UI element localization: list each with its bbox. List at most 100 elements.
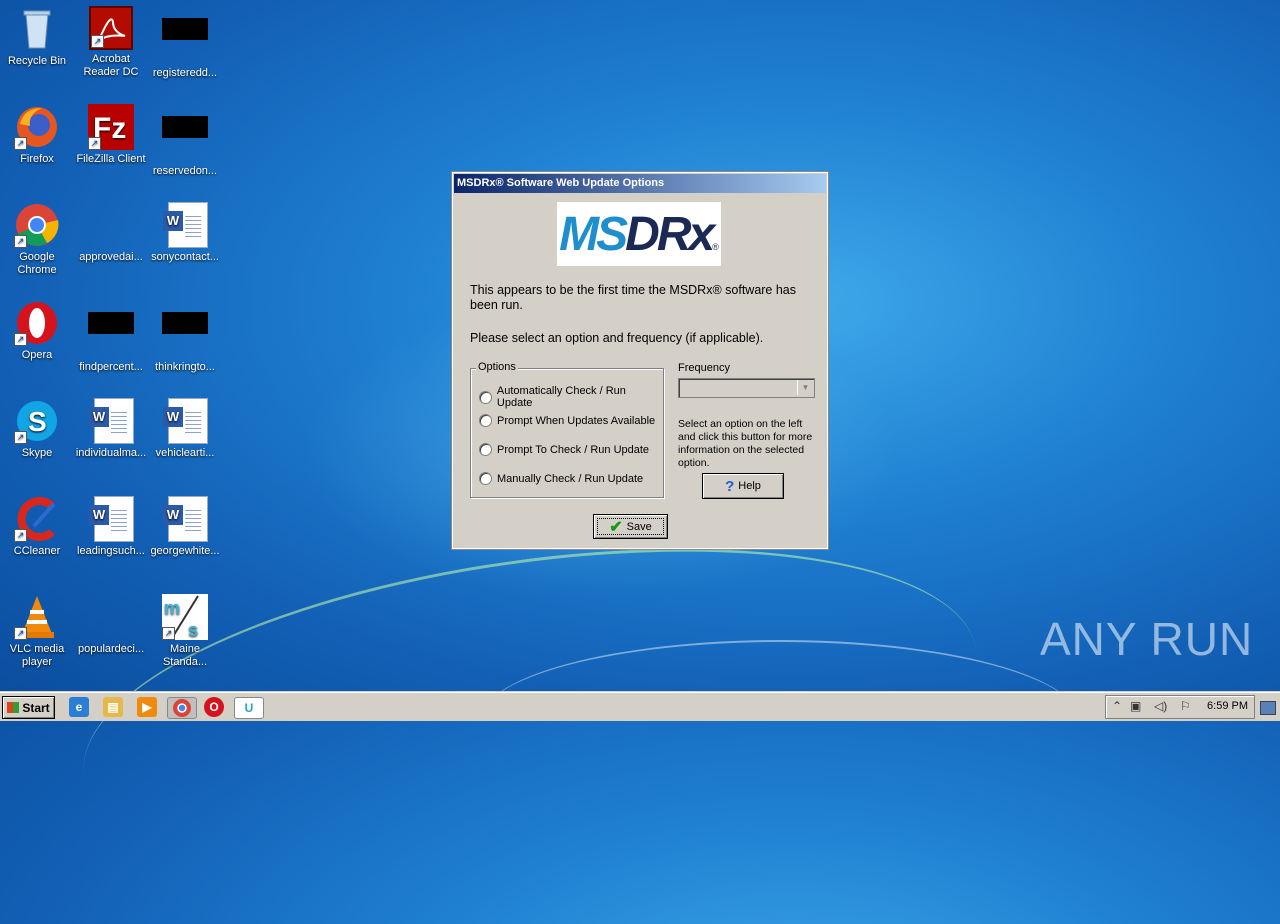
desktop-icon-word-doc[interactable]: W individualma... <box>74 398 148 460</box>
show-desktop-icon[interactable] <box>1260 701 1276 715</box>
skype-icon: S ↗ <box>14 398 60 444</box>
question-icon: ? <box>725 477 735 495</box>
icon-label: Skype <box>21 447 53 459</box>
icon-label: Maine Standa... <box>162 643 208 668</box>
desktop-icon-acrobat-reader[interactable]: ↗ Acrobat Reader DC <box>74 6 148 79</box>
options-group: Options Automatically Check / Run Update… <box>470 361 664 498</box>
desktop-icon-opera[interactable]: ↗ Opera <box>0 300 74 362</box>
desktop-icon-vlc[interactable]: ↗ VLC media player <box>0 594 74 669</box>
icon-label: Recycle Bin <box>7 55 67 67</box>
desktop-icon-maine-standards[interactable]: ms ↗ Maine Standa... <box>148 594 222 669</box>
vlc-icon: ↗ <box>14 594 60 640</box>
frequency-label: Frequency <box>678 362 730 374</box>
start-button[interactable]: Start <box>2 696 55 719</box>
icon-label: CCleaner <box>13 545 61 557</box>
volume-icon[interactable]: ◁) <box>1154 699 1167 713</box>
opera-taskbar-icon[interactable]: O <box>204 697 224 717</box>
radio-button[interactable] <box>479 390 492 404</box>
firefox-icon: ↗ <box>14 104 60 150</box>
save-button[interactable]: ✔ Save <box>593 514 668 539</box>
file-explorer-icon[interactable]: ▤ <box>103 697 123 717</box>
start-label: Start <box>22 700 50 715</box>
desktop-icon-firefox[interactable]: ↗ Firefox <box>0 104 74 166</box>
svg-text:s: s <box>188 620 198 640</box>
chrome-taskbar-icon[interactable] <box>167 697 197 719</box>
icon-label: populardeci... <box>77 643 145 655</box>
save-button-label: Save <box>626 520 652 533</box>
update-options-dialog: MSDRx® Software Web Update Options MS DRx… <box>451 171 829 550</box>
file-icon <box>88 594 134 640</box>
file-icon <box>162 18 208 64</box>
chrome-icon: ↗ <box>14 202 60 248</box>
svg-text:S: S <box>28 406 47 437</box>
desktop-icon-file[interactable]: reservedon... <box>148 104 222 178</box>
desktop-icon-word-doc[interactable]: W vehiclearti... <box>148 398 222 460</box>
help-button[interactable]: ? Help <box>702 473 784 499</box>
icon-label: georgewhite... <box>150 545 220 557</box>
desktop-icon-file[interactable]: populardeci... <box>74 594 148 656</box>
logo-reg: ® <box>712 242 719 252</box>
desktop-icon-word-doc[interactable]: W sonycontact... <box>148 202 222 264</box>
icon-label: Firefox <box>20 153 54 165</box>
option-auto-check[interactable]: Automatically Check / Run Update <box>479 385 663 409</box>
word-document-icon: W <box>162 202 208 248</box>
desktop-icon-recycle-bin[interactable]: Recycle Bin <box>0 6 74 68</box>
update-app-taskbar-icon[interactable]: U <box>234 697 264 719</box>
file-icon <box>88 312 134 358</box>
network-icon[interactable]: ▣ <box>1130 699 1141 713</box>
options-label: Options <box>476 361 518 373</box>
help-button-label: Help <box>738 480 761 492</box>
internet-explorer-icon[interactable]: e <box>69 697 89 717</box>
desktop-icon-filezilla[interactable]: Fz ↗ FileZilla Client <box>74 104 148 166</box>
logo-ms: MS <box>559 207 628 261</box>
word-document-icon: W <box>88 398 134 444</box>
desktop-icon-skype[interactable]: S ↗ Skype <box>0 398 74 460</box>
desktop-icon-google-chrome[interactable]: ↗ Google Chrome <box>0 202 74 277</box>
desktop-icon-file[interactable]: registeredd... <box>148 6 222 80</box>
acrobat-icon: ↗ <box>89 6 133 50</box>
maine-standards-icon: ms ↗ <box>162 594 208 640</box>
file-icon <box>162 116 208 162</box>
desktop-icon-file[interactable]: findpercent... <box>74 300 148 374</box>
option-label: Prompt When Updates Available <box>497 414 656 427</box>
desktop-icon-ccleaner[interactable]: ↗ CCleaner <box>0 496 74 558</box>
desktop-icon-word-doc[interactable]: W georgewhite... <box>148 496 222 558</box>
ccleaner-icon: ↗ <box>14 496 60 542</box>
radio-button[interactable] <box>479 472 492 485</box>
icon-label: vehiclearti... <box>155 447 215 459</box>
icon-label: FileZilla Client <box>76 153 146 165</box>
windows-logo-icon <box>7 702 20 713</box>
icon-label: reservedon... <box>152 165 218 177</box>
option-label: Prompt To Check / Run Update <box>497 443 650 456</box>
option-label: Manually Check / Run Update <box>497 472 644 485</box>
file-icon <box>162 312 208 358</box>
icon-label: VLC media player <box>9 643 65 668</box>
radio-button[interactable] <box>479 414 492 427</box>
msdrx-logo: MS DRx ® <box>557 202 721 266</box>
word-document-icon: W <box>88 496 134 542</box>
wallpaper-wave <box>480 640 1080 802</box>
icon-label: thinkringto... <box>155 361 215 373</box>
icon-label: Google Chrome <box>17 251 57 276</box>
frequency-select[interactable]: ▼ <box>678 378 815 398</box>
radio-button[interactable] <box>479 443 492 456</box>
option-manual-check[interactable]: Manually Check / Run Update <box>479 472 643 485</box>
word-document-icon: W <box>162 398 208 444</box>
icon-label: Opera <box>21 349 53 361</box>
desktop-icon-file[interactable]: approvedai... <box>74 202 148 264</box>
chevron-up-icon[interactable]: ⌃ <box>1112 699 1122 713</box>
clock[interactable]: 6:59 PM <box>1207 700 1248 712</box>
chevron-down-icon[interactable]: ▼ <box>797 380 813 395</box>
option-label: Automatically Check / Run Update <box>496 385 626 409</box>
desktop-icon-word-doc[interactable]: W leadingsuch... <box>74 496 148 558</box>
option-prompt-when-available[interactable]: Prompt When Updates Available <box>479 414 655 427</box>
opera-icon: ↗ <box>14 300 60 346</box>
icon-label: sonycontact... <box>151 251 219 263</box>
dialog-title-bar[interactable]: MSDRx® Software Web Update Options <box>454 174 826 193</box>
flag-icon[interactable]: ⚐ <box>1180 699 1191 713</box>
instruction-message: Please select an option and frequency (i… <box>470 331 764 345</box>
taskbar: Start e ▤ ▶ O U ⌃ ▣ ◁) ⚐ 6:59 PM <box>0 692 1280 721</box>
media-player-icon[interactable]: ▶ <box>137 697 157 717</box>
desktop-icon-file[interactable]: thinkringto... <box>148 300 222 374</box>
option-prompt-to-check[interactable]: Prompt To Check / Run Update <box>479 443 649 456</box>
